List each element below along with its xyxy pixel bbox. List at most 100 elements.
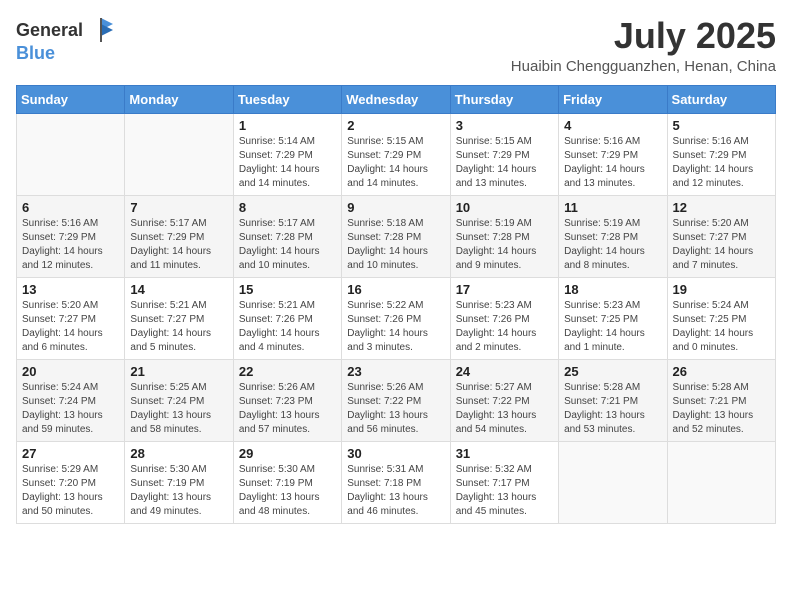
weekday-header-row: SundayMondayTuesdayWednesdayThursdayFrid… (17, 85, 776, 113)
calendar-week-row: 13 Sunrise: 5:20 AM Sunset: 7:27 PM Dayli… (17, 277, 776, 359)
day-number: 28 (130, 446, 227, 461)
day-info: Sunrise: 5:28 AM Sunset: 7:21 PM Dayligh… (673, 381, 770, 437)
day-number: 7 (130, 200, 227, 215)
day-info: Sunrise: 5:16 AM Sunset: 7:29 PM Dayligh… (673, 135, 770, 191)
calendar-day-cell (125, 113, 233, 195)
calendar-day-cell: 25 Sunrise: 5:28 AM Sunset: 7:21 PM Dayli… (559, 359, 667, 441)
calendar-day-cell: 6 Sunrise: 5:16 AM Sunset: 7:29 PM Daylig… (17, 195, 125, 277)
calendar-day-cell: 16 Sunrise: 5:22 AM Sunset: 7:26 PM Dayli… (342, 277, 450, 359)
calendar-day-cell: 31 Sunrise: 5:32 AM Sunset: 7:17 PM Dayli… (450, 441, 558, 523)
day-number: 6 (22, 200, 119, 215)
calendar-day-cell: 11Sunrise: 5:19 AM Sunset: 7:28 PM Dayli… (559, 195, 667, 277)
calendar-day-cell: 22 Sunrise: 5:26 AM Sunset: 7:23 PM Dayli… (233, 359, 341, 441)
day-info: Sunrise: 5:19 AM Sunset: 7:28 PM Dayligh… (456, 217, 553, 273)
day-info: Sunrise: 5:16 AM Sunset: 7:29 PM Dayligh… (564, 135, 661, 191)
day-info: Sunrise: 5:20 AM Sunset: 7:27 PM Dayligh… (673, 217, 770, 273)
day-info: Sunrise: 5:15 AM Sunset: 7:29 PM Dayligh… (456, 135, 553, 191)
calendar-day-cell: 24Sunrise: 5:27 AM Sunset: 7:22 PM Dayli… (450, 359, 558, 441)
weekday-header-thursday: Thursday (450, 85, 558, 113)
day-number: 17 (456, 282, 553, 297)
day-number: 16 (347, 282, 444, 297)
day-info: Sunrise: 5:19 AM Sunset: 7:28 PM Dayligh… (564, 217, 661, 273)
day-info: Sunrise: 5:26 AM Sunset: 7:23 PM Dayligh… (239, 381, 336, 437)
day-info: Sunrise: 5:23 AM Sunset: 7:26 PM Dayligh… (456, 299, 553, 355)
day-info: Sunrise: 5:26 AM Sunset: 7:22 PM Dayligh… (347, 381, 444, 437)
day-number: 14 (130, 282, 227, 297)
weekday-header-wednesday: Wednesday (342, 85, 450, 113)
calendar-day-cell: 2Sunrise: 5:15 AM Sunset: 7:29 PM Daylig… (342, 113, 450, 195)
day-info: Sunrise: 5:27 AM Sunset: 7:22 PM Dayligh… (456, 381, 553, 437)
day-number: 5 (673, 118, 770, 133)
calendar-table: SundayMondayTuesdayWednesdayThursdayFrid… (16, 85, 776, 524)
calendar-day-cell: 29Sunrise: 5:30 AM Sunset: 7:19 PM Dayli… (233, 441, 341, 523)
day-number: 22 (239, 364, 336, 379)
calendar-day-cell: 30 Sunrise: 5:31 AM Sunset: 7:18 PM Dayli… (342, 441, 450, 523)
day-info: Sunrise: 5:32 AM Sunset: 7:17 PM Dayligh… (456, 463, 553, 519)
calendar-day-cell: 23 Sunrise: 5:26 AM Sunset: 7:22 PM Dayli… (342, 359, 450, 441)
calendar-week-row: 20 Sunrise: 5:24 AM Sunset: 7:24 PM Dayli… (17, 359, 776, 441)
day-info: Sunrise: 5:30 AM Sunset: 7:19 PM Dayligh… (130, 463, 227, 519)
day-number: 9 (347, 200, 444, 215)
calendar-day-cell: 17 Sunrise: 5:23 AM Sunset: 7:26 PM Dayli… (450, 277, 558, 359)
day-info: Sunrise: 5:29 AM Sunset: 7:20 PM Dayligh… (22, 463, 119, 519)
day-number: 21 (130, 364, 227, 379)
calendar-day-cell: 26 Sunrise: 5:28 AM Sunset: 7:21 PM Dayli… (667, 359, 775, 441)
calendar-day-cell: 20 Sunrise: 5:24 AM Sunset: 7:24 PM Dayli… (17, 359, 125, 441)
calendar-week-row: 27 Sunrise: 5:29 AM Sunset: 7:20 PM Dayli… (17, 441, 776, 523)
day-info: Sunrise: 5:25 AM Sunset: 7:24 PM Dayligh… (130, 381, 227, 437)
logo-general: General (16, 21, 83, 39)
day-number: 18 (564, 282, 661, 297)
day-number: 8 (239, 200, 336, 215)
day-info: Sunrise: 5:17 AM Sunset: 7:28 PM Dayligh… (239, 217, 336, 273)
calendar-day-cell (17, 113, 125, 195)
calendar-week-row: 6 Sunrise: 5:16 AM Sunset: 7:29 PM Daylig… (17, 195, 776, 277)
day-number: 10 (456, 200, 553, 215)
calendar-day-cell: 5 Sunrise: 5:16 AM Sunset: 7:29 PM Daylig… (667, 113, 775, 195)
day-info: Sunrise: 5:23 AM Sunset: 7:25 PM Dayligh… (564, 299, 661, 355)
day-info: Sunrise: 5:24 AM Sunset: 7:24 PM Dayligh… (22, 381, 119, 437)
day-number: 19 (673, 282, 770, 297)
calendar-week-row: 1Sunrise: 5:14 AM Sunset: 7:29 PM Daylig… (17, 113, 776, 195)
day-number: 13 (22, 282, 119, 297)
day-number: 20 (22, 364, 119, 379)
day-number: 3 (456, 118, 553, 133)
day-info: Sunrise: 5:17 AM Sunset: 7:29 PM Dayligh… (130, 217, 227, 273)
day-info: Sunrise: 5:22 AM Sunset: 7:26 PM Dayligh… (347, 299, 444, 355)
calendar-day-cell (559, 441, 667, 523)
weekday-header-tuesday: Tuesday (233, 85, 341, 113)
weekday-header-sunday: Sunday (17, 85, 125, 113)
day-number: 27 (22, 446, 119, 461)
calendar-day-cell: 19Sunrise: 5:24 AM Sunset: 7:25 PM Dayli… (667, 277, 775, 359)
calendar-day-cell: 28 Sunrise: 5:30 AM Sunset: 7:19 PM Dayli… (125, 441, 233, 523)
calendar-day-cell: 1Sunrise: 5:14 AM Sunset: 7:29 PM Daylig… (233, 113, 341, 195)
calendar-day-cell: 13 Sunrise: 5:20 AM Sunset: 7:27 PM Dayli… (17, 277, 125, 359)
calendar-day-cell: 12Sunrise: 5:20 AM Sunset: 7:27 PM Dayli… (667, 195, 775, 277)
logo-flag-icon (87, 16, 115, 44)
logo: General Blue (16, 16, 115, 64)
title-block: July 2025 Huaibin Chengguanzhen, Henan, … (511, 16, 776, 75)
day-info: Sunrise: 5:21 AM Sunset: 7:26 PM Dayligh… (239, 299, 336, 355)
calendar-day-cell: 4 Sunrise: 5:16 AM Sunset: 7:29 PM Daylig… (559, 113, 667, 195)
day-info: Sunrise: 5:28 AM Sunset: 7:21 PM Dayligh… (564, 381, 661, 437)
day-info: Sunrise: 5:30 AM Sunset: 7:19 PM Dayligh… (239, 463, 336, 519)
day-info: Sunrise: 5:21 AM Sunset: 7:27 PM Dayligh… (130, 299, 227, 355)
calendar-day-cell: 3 Sunrise: 5:15 AM Sunset: 7:29 PM Daylig… (450, 113, 558, 195)
calendar-day-cell: 9Sunrise: 5:18 AM Sunset: 7:28 PM Daylig… (342, 195, 450, 277)
weekday-header-friday: Friday (559, 85, 667, 113)
location-title: Huaibin Chengguanzhen, Henan, China (511, 58, 776, 75)
day-info: Sunrise: 5:31 AM Sunset: 7:18 PM Dayligh… (347, 463, 444, 519)
day-number: 4 (564, 118, 661, 133)
day-number: 30 (347, 446, 444, 461)
day-number: 25 (564, 364, 661, 379)
day-number: 31 (456, 446, 553, 461)
calendar-day-cell: 14 Sunrise: 5:21 AM Sunset: 7:27 PM Dayli… (125, 277, 233, 359)
day-number: 23 (347, 364, 444, 379)
calendar-day-cell: 8 Sunrise: 5:17 AM Sunset: 7:28 PM Daylig… (233, 195, 341, 277)
day-number: 15 (239, 282, 336, 297)
day-info: Sunrise: 5:16 AM Sunset: 7:29 PM Dayligh… (22, 217, 119, 273)
calendar-day-cell: 10 Sunrise: 5:19 AM Sunset: 7:28 PM Dayli… (450, 195, 558, 277)
calendar-day-cell: 27 Sunrise: 5:29 AM Sunset: 7:20 PM Dayli… (17, 441, 125, 523)
page-header: General Blue July 2025 Huaibin Chengguan… (16, 16, 776, 75)
day-info: Sunrise: 5:20 AM Sunset: 7:27 PM Dayligh… (22, 299, 119, 355)
day-number: 26 (673, 364, 770, 379)
